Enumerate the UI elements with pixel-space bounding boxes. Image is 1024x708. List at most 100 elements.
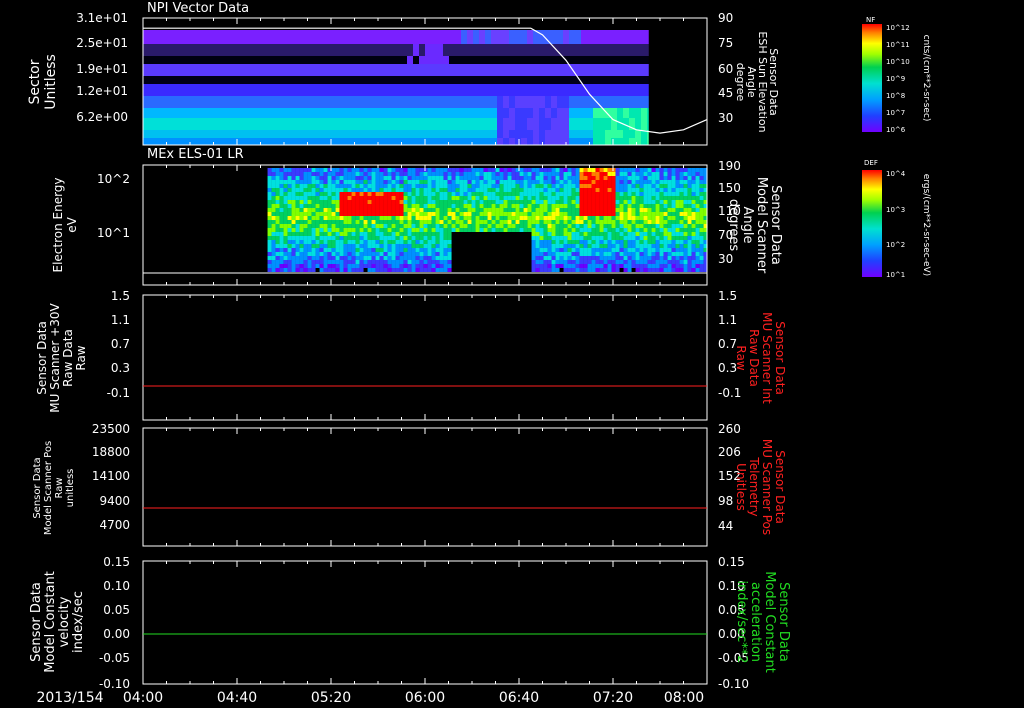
heatmap-cell xyxy=(379,256,384,260)
heatmap-cell xyxy=(551,200,556,204)
heatmap-cell xyxy=(679,204,684,208)
heatmap-cell xyxy=(191,84,198,96)
heatmap-cell xyxy=(415,244,420,248)
heatmap-cell xyxy=(291,192,296,196)
heatmap-cell xyxy=(619,180,624,184)
heatmap-cell xyxy=(435,268,440,272)
heatmap-cell xyxy=(533,108,540,118)
heatmap-cell xyxy=(327,180,332,184)
heatmap-cell xyxy=(343,184,348,188)
heatmap-cell xyxy=(695,220,700,224)
heatmap-cell xyxy=(575,256,580,260)
heatmap-cell xyxy=(419,260,424,264)
heatmap-cell xyxy=(343,172,348,176)
heatmap-cell xyxy=(629,56,636,64)
heatmap-cell xyxy=(635,192,640,196)
npi-heatmap xyxy=(143,18,649,145)
heatmap-cell xyxy=(339,260,344,264)
heatmap-cell xyxy=(295,216,300,220)
heatmap-cell xyxy=(519,216,524,220)
heatmap-cell xyxy=(435,180,440,184)
heatmap-cell xyxy=(523,204,528,208)
heatmap-cell xyxy=(475,168,480,172)
heatmap-cell xyxy=(197,56,204,64)
heatmap-cell xyxy=(359,232,364,236)
heatmap-cell xyxy=(431,208,436,212)
heatmap-cell xyxy=(619,188,624,192)
heatmap-cell xyxy=(431,44,438,56)
heatmap-cell xyxy=(335,76,342,84)
heatmap-cell xyxy=(503,30,510,44)
heatmap-cell xyxy=(651,248,656,252)
heatmap-cell xyxy=(383,168,388,172)
heatmap-cell xyxy=(359,220,364,224)
heatmap-cell xyxy=(503,196,508,200)
heatmap-cell xyxy=(551,64,558,76)
heatmap-cell xyxy=(275,180,280,184)
heatmap-cell xyxy=(555,168,560,172)
heatmap-cell xyxy=(599,236,604,240)
heatmap-cell xyxy=(503,44,510,56)
heatmap-cell xyxy=(155,64,162,76)
p4-rlabel: Telemetry xyxy=(747,456,761,516)
heatmap-cell xyxy=(599,192,604,196)
heatmap-cell xyxy=(317,138,324,145)
heatmap-cell xyxy=(583,192,588,196)
heatmap-cell xyxy=(375,240,380,244)
heatmap-cell xyxy=(643,204,648,208)
heatmap-cell xyxy=(619,196,624,200)
heatmap-cell xyxy=(209,44,216,56)
heatmap-cell xyxy=(403,184,408,188)
heatmap-cell xyxy=(143,64,150,76)
heatmap-cell xyxy=(569,130,576,138)
heatmap-cell xyxy=(583,172,588,176)
heatmap-cell xyxy=(567,224,572,228)
heatmap-cell xyxy=(615,224,620,228)
heatmap-cell xyxy=(651,236,656,240)
heatmap-cell xyxy=(363,240,368,244)
heatmap-cell xyxy=(503,220,508,224)
heatmap-cell xyxy=(413,130,420,138)
heatmap-cell xyxy=(347,268,352,272)
heatmap-cell xyxy=(497,118,504,130)
heatmap-cell xyxy=(675,180,680,184)
heatmap-cell xyxy=(431,232,436,236)
heatmap-cell xyxy=(239,76,246,84)
heatmap-cell xyxy=(161,96,168,108)
heatmap-cell xyxy=(419,204,424,208)
heatmap-cell xyxy=(695,240,700,244)
heatmap-cell xyxy=(699,176,704,180)
heatmap-cell xyxy=(699,184,704,188)
heatmap-cell xyxy=(619,252,624,256)
heatmap-cell xyxy=(419,96,426,108)
heatmap-cell xyxy=(671,180,676,184)
heatmap-cell xyxy=(257,44,264,56)
heatmap-cell xyxy=(363,200,368,204)
heatmap-cell xyxy=(431,224,436,228)
heatmap-cell xyxy=(531,192,536,196)
heatmap-cell xyxy=(391,256,396,260)
heatmap-cell xyxy=(551,248,556,252)
heatmap-cell xyxy=(671,184,676,188)
p2-rtick: 30 xyxy=(718,252,733,266)
heatmap-cell xyxy=(383,204,388,208)
heatmap-cell xyxy=(209,64,216,76)
heatmap-cell xyxy=(335,196,340,200)
heatmap-cell xyxy=(699,188,704,192)
heatmap-cell xyxy=(629,18,636,30)
heatmap-cell xyxy=(351,224,356,228)
heatmap-cell xyxy=(279,188,284,192)
heatmap-cell xyxy=(551,56,558,64)
heatmap-cell xyxy=(391,264,396,268)
heatmap-cell xyxy=(503,184,508,188)
heatmap-cell xyxy=(431,56,438,64)
heatmap-cell xyxy=(323,212,328,216)
heatmap-cell xyxy=(403,228,408,232)
heatmap-cell xyxy=(555,236,560,240)
heatmap-cell xyxy=(583,188,588,192)
heatmap-cell xyxy=(671,228,676,232)
heatmap-cell xyxy=(695,208,700,212)
heatmap-cell xyxy=(291,204,296,208)
heatmap-cell xyxy=(475,200,480,204)
heatmap-cell xyxy=(347,260,352,264)
